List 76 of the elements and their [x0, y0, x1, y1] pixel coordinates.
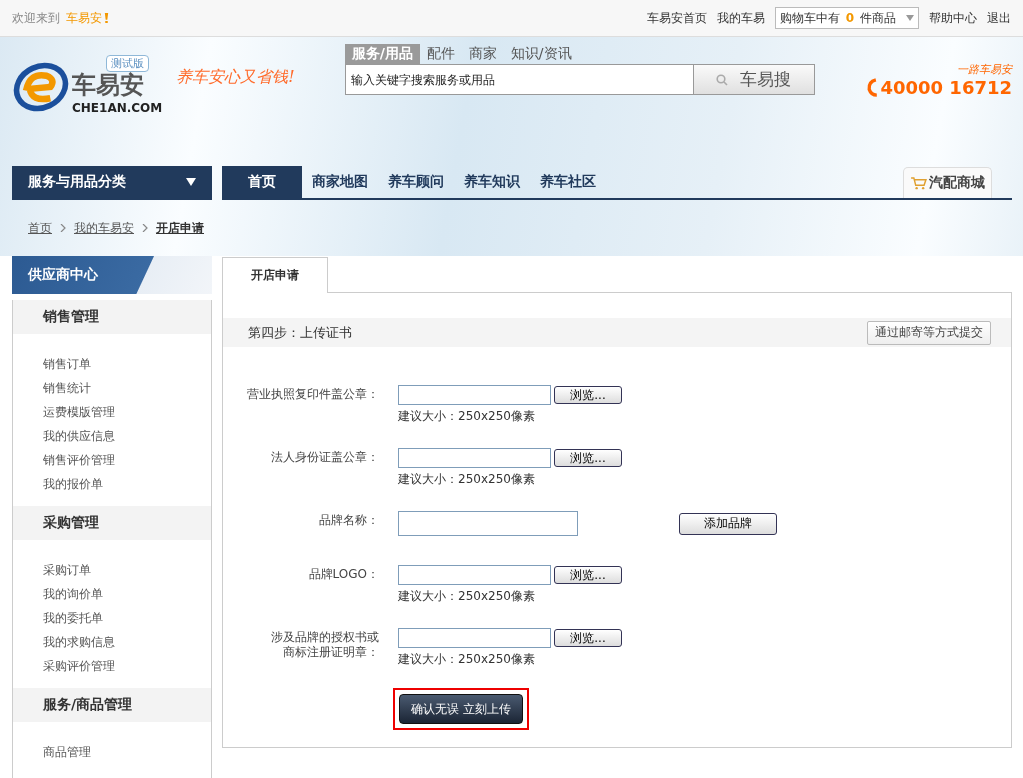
file-path-field[interactable]: [398, 628, 551, 648]
sidebar-link[interactable]: 我的委托单: [43, 606, 211, 630]
step-title: 第四步：上传证书: [248, 323, 352, 342]
size-hint: 建议大小：250x250像素: [398, 471, 536, 488]
nav-tab[interactable]: 首页: [222, 166, 302, 198]
breadcrumb-link[interactable]: 首页: [28, 219, 52, 237]
nav-tab[interactable]: 商家地图: [302, 166, 378, 198]
browse-button[interactable]: 浏览...: [554, 449, 622, 467]
logo-text: 车易安: [72, 70, 145, 101]
nav-tab[interactable]: 养车顾问: [378, 166, 454, 198]
size-hint: 建议大小：250x250像素: [398, 588, 536, 605]
mall-button[interactable]: 汽配商城: [903, 167, 992, 198]
sidebar-link[interactable]: 采购评价管理: [43, 654, 211, 678]
browse-button[interactable]: 浏览...: [554, 629, 622, 647]
field-label: 涉及品牌的授权书或 商标注册证明章：: [270, 629, 379, 660]
search-field[interactable]: 输入关键字搜索服务或用品: [344, 64, 694, 95]
exclamation-icon: [104, 13, 109, 23]
cart-icon: [910, 176, 927, 190]
browse-button[interactable]: 浏览...: [554, 566, 622, 584]
category-menu[interactable]: 服务与用品分类: [12, 166, 212, 200]
breadcrumb-separator-icon: [142, 224, 148, 232]
sidebar-link[interactable]: 我的报价单: [43, 472, 211, 496]
slogan-text: 养车安心又省钱!: [176, 67, 295, 88]
field-label: 品牌名称：: [318, 512, 379, 528]
sidebar-header: 供应商中心: [12, 256, 212, 294]
browse-button[interactable]: 浏览...: [554, 386, 622, 404]
file-path-field[interactable]: [398, 565, 551, 585]
dropdown-icon: [186, 178, 196, 186]
breadcrumb-link[interactable]: 我的车易安: [74, 219, 134, 237]
search-button[interactable]: 车易搜: [693, 64, 815, 95]
search-icon: [716, 73, 729, 86]
search-tab[interactable]: 配件: [419, 44, 462, 64]
section-heading: 销售管理: [13, 300, 211, 334]
sidebar-link[interactable]: 我的求购信息: [43, 630, 211, 654]
breadcrumb-link[interactable]: 开店申请: [156, 219, 204, 237]
size-hint: 建议大小：250x250像素: [398, 651, 536, 668]
nav-tab[interactable]: 养车社区: [530, 166, 606, 198]
brand-name-field[interactable]: [398, 511, 578, 536]
hotline-caption: 一路车易安: [957, 62, 1012, 77]
add-brand-button[interactable]: 添加品牌: [679, 512, 777, 535]
top-link[interactable]: 退出: [987, 9, 1011, 27]
cart-count: 0: [845, 11, 854, 25]
sidebar-link[interactable]: 销售评价管理: [43, 448, 211, 472]
sidebar-link[interactable]: 我的询价单: [43, 582, 211, 606]
size-hint: 建议大小：250x250像素: [398, 408, 536, 425]
sidebar-link[interactable]: 商品管理: [43, 740, 211, 764]
top-link[interactable]: 帮助中心: [929, 9, 977, 27]
breadcrumb-separator-icon: [60, 224, 66, 232]
nav-tab[interactable]: 养车知识: [454, 166, 530, 198]
file-path-field[interactable]: [398, 448, 551, 468]
search-tab[interactable]: 商家: [461, 44, 504, 64]
section-heading: 服务/商品管理: [13, 688, 211, 722]
section-heading: 采购管理: [13, 506, 211, 540]
top-link[interactable]: 车易安首页: [646, 9, 707, 27]
sidebar-link[interactable]: 销售统计: [43, 376, 211, 400]
cart-text: 购物车中有: [779, 9, 840, 27]
logo-domain: CHE1AN.COM: [72, 101, 163, 115]
sidebar-link[interactable]: 采购订单: [43, 558, 211, 582]
field-label: 营业执照复印件盖公章：: [246, 386, 379, 402]
dropdown-icon: [906, 15, 914, 21]
sidebar-link[interactable]: 销售订单: [43, 352, 211, 376]
file-path-field[interactable]: [398, 385, 551, 405]
field-label: 品牌LOGO：: [307, 566, 379, 582]
sidebar-link[interactable]: 运费模版管理: [43, 400, 211, 424]
cart-dropdown[interactable]: 购物车中有 0 件商品: [774, 7, 919, 29]
welcome-text: 欢迎来到: [12, 9, 60, 27]
hotline-number: 40000 16712: [880, 77, 1012, 98]
version-badge: 测试版: [106, 55, 149, 72]
search-tab[interactable]: 知识/资讯: [503, 44, 579, 64]
top-link[interactable]: 我的车易: [716, 9, 765, 27]
sidebar-link[interactable]: 我的供应信息: [43, 424, 211, 448]
mail-submit-button[interactable]: 通过邮寄等方式提交: [867, 320, 991, 345]
upload-button[interactable]: 确认无误 立刻上传: [399, 694, 523, 724]
cart-text: 件商品: [860, 9, 896, 27]
field-label: 法人身份证盖公章：: [270, 449, 379, 465]
page-tab[interactable]: 开店申请: [222, 257, 328, 293]
